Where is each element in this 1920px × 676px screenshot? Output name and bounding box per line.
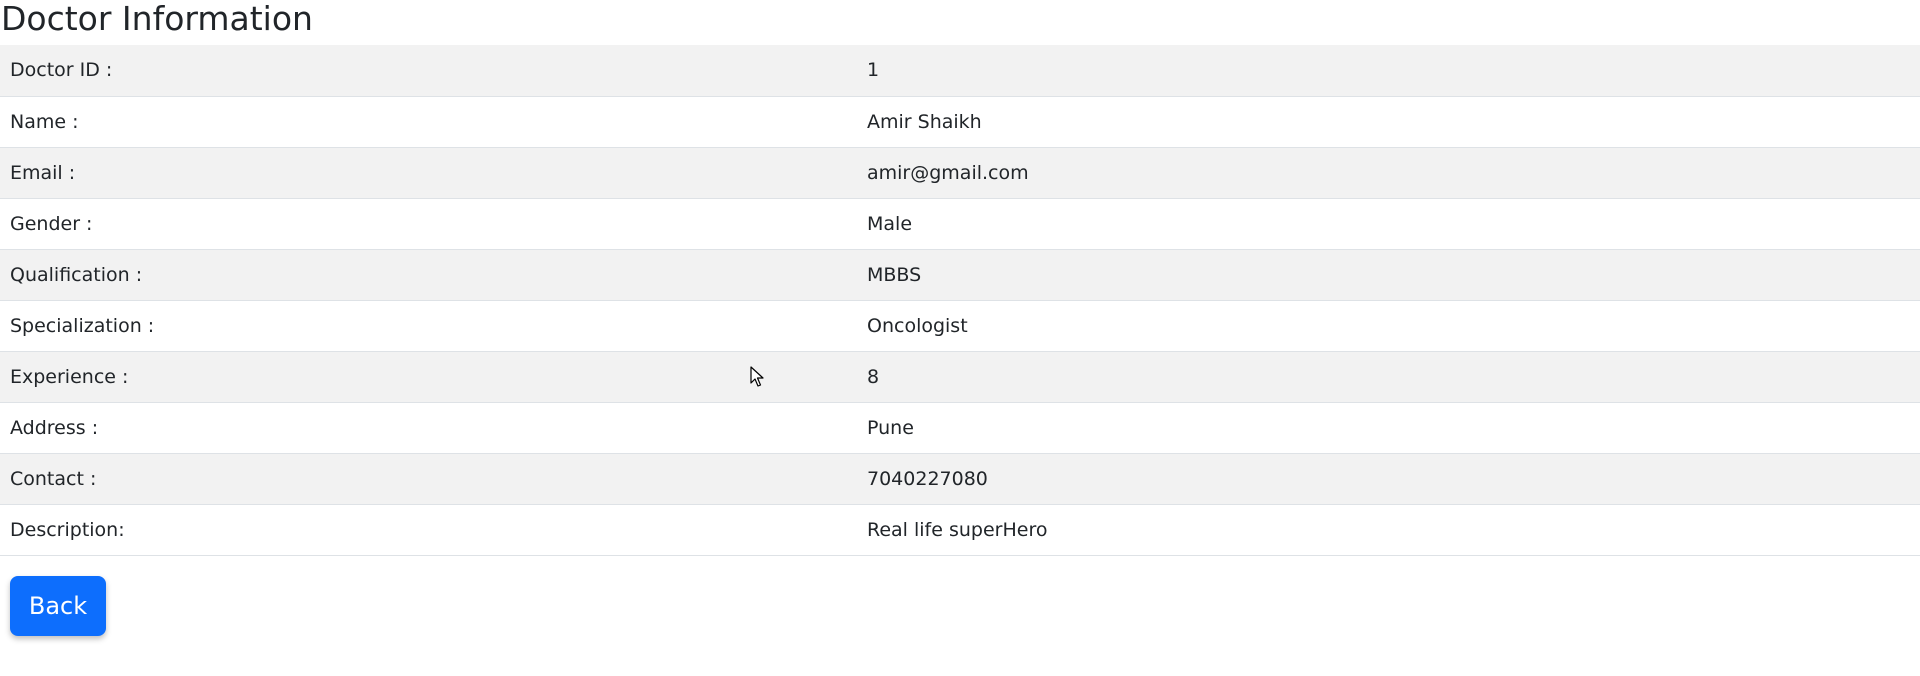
row-label: Name : <box>10 110 79 133</box>
row-label: Email : <box>10 161 76 184</box>
table-row-gender: Gender : Male <box>0 198 1920 249</box>
page-title: Doctor Information <box>1 0 313 38</box>
doctor-information-page: Doctor Information Doctor ID : 1 Name : … <box>0 0 1920 676</box>
table-row-email: Email : amir@gmail.com <box>0 147 1920 198</box>
table-row-address: Address : Pune <box>0 402 1920 453</box>
actions-bar: Back <box>0 556 1920 636</box>
doctor-info-table: Doctor ID : 1 Name : Amir Shaikh Email :… <box>0 45 1920 556</box>
table-row-doctor-id: Doctor ID : 1 <box>0 45 1920 96</box>
row-label: Gender : <box>10 212 93 235</box>
row-value: Amir Shaikh <box>867 110 982 133</box>
row-label: Description: <box>10 518 125 541</box>
row-value: amir@gmail.com <box>867 161 1029 184</box>
row-value: MBBS <box>867 263 922 286</box>
row-label: Experience : <box>10 365 129 388</box>
row-label: Doctor ID : <box>10 59 113 82</box>
row-label: Qualification : <box>10 263 143 286</box>
table-row-experience: Experience : 8 <box>0 351 1920 402</box>
row-value: 7040227080 <box>867 467 988 490</box>
row-value: Oncologist <box>867 314 968 337</box>
table-row-qualification: Qualification : MBBS <box>0 249 1920 300</box>
row-label: Address : <box>10 416 99 439</box>
row-value: 8 <box>867 365 880 388</box>
table-row-description: Description: Real life superHero <box>0 504 1920 555</box>
row-value: Real life superHero <box>867 518 1048 541</box>
table-row-name: Name : Amir Shaikh <box>0 96 1920 147</box>
row-label: Specialization : <box>10 314 155 337</box>
mouse-pointer-icon <box>750 366 764 387</box>
row-value: Pune <box>867 416 914 439</box>
table-row-specialization: Specialization : Oncologist <box>0 300 1920 351</box>
row-label: Contact : <box>10 467 97 490</box>
back-button[interactable]: Back <box>10 575 106 636</box>
row-value: Male <box>867 212 913 235</box>
table-row-contact: Contact : 7040227080 <box>0 453 1920 504</box>
row-value: 1 <box>867 59 880 82</box>
